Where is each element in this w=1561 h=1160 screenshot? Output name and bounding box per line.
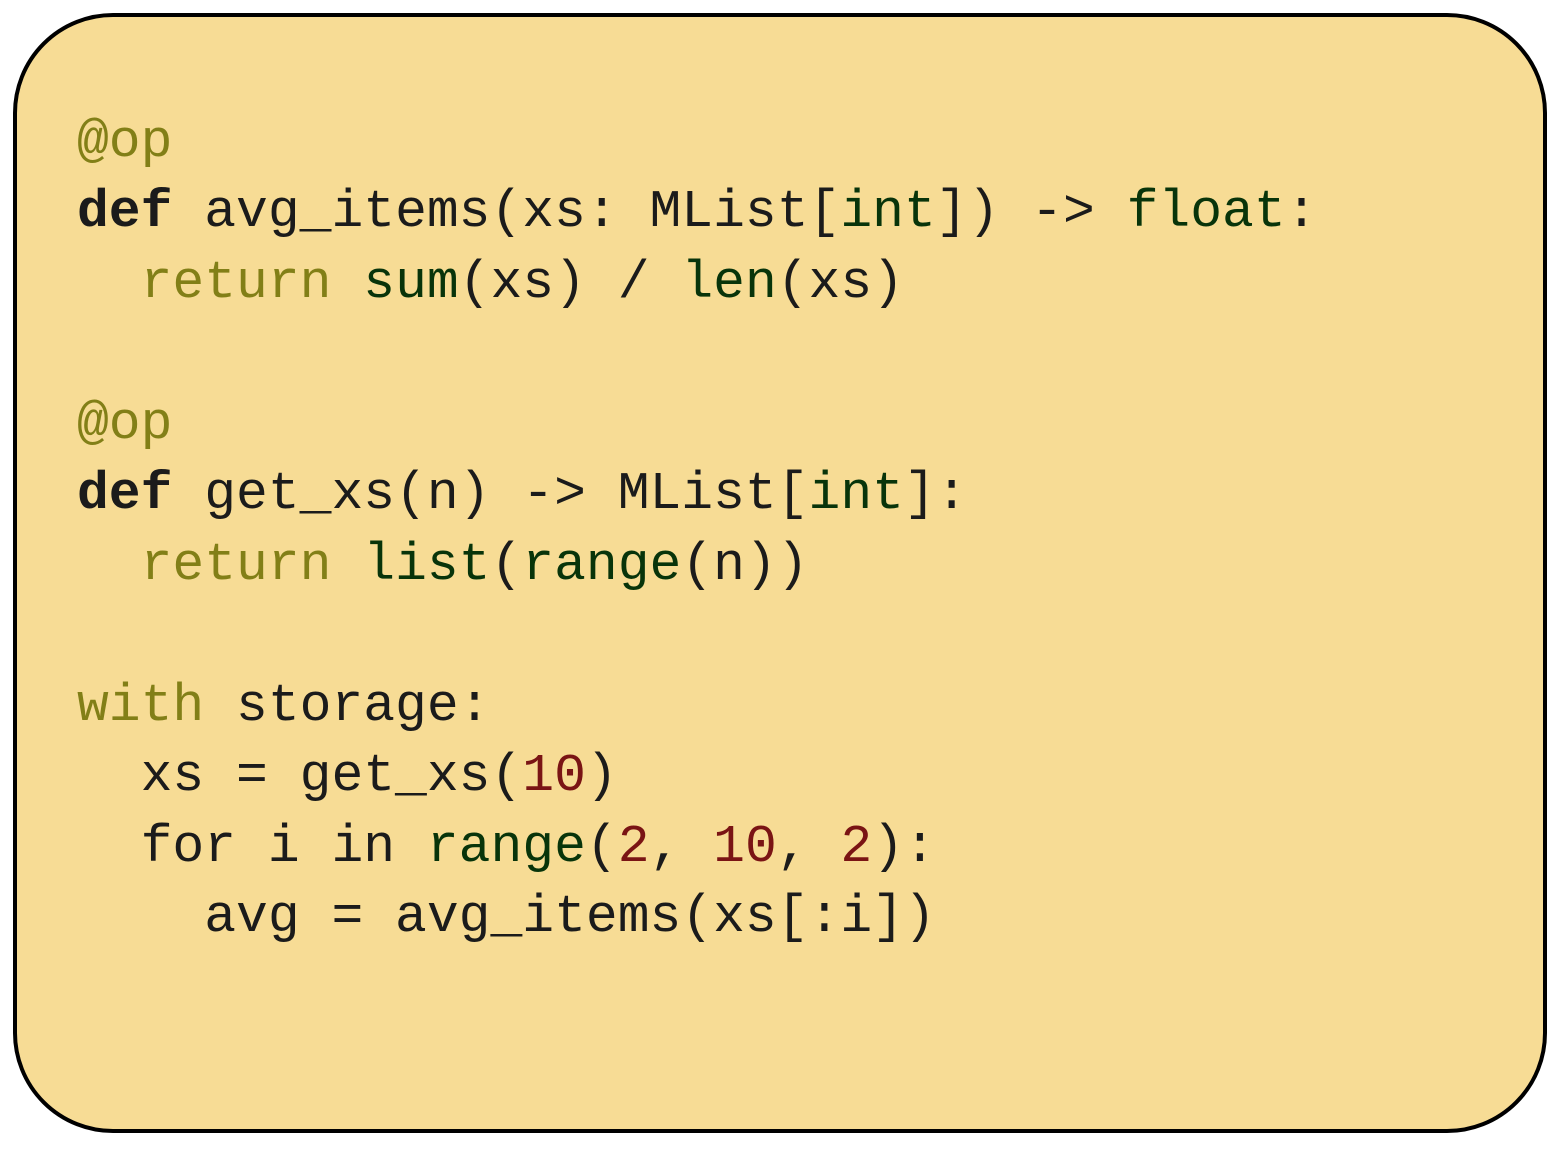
code-line-11-range: range — [427, 817, 586, 877]
code-block: @op def avg_items(xs: MList[int]) -> flo… — [13, 13, 1547, 1133]
code-line-11-c2: , — [777, 817, 841, 877]
code-line-2-tail: ]) -> — [936, 182, 1127, 242]
code-line-7-tail: (n)) — [681, 535, 808, 595]
code-line-11-open: ( — [586, 817, 618, 877]
code-line-7-range: range — [522, 535, 681, 595]
code-line-3-tail: (xs) — [777, 253, 904, 313]
code-line-7-return: return — [141, 535, 364, 595]
code-line-3-sum: sum — [363, 253, 458, 313]
code-content: @op def avg_items(xs: MList[int]) -> flo… — [77, 107, 1483, 953]
code-line-1-decorator: @op — [77, 112, 172, 172]
code-line-7-open: ( — [491, 535, 523, 595]
code-line-3-len: len — [681, 253, 776, 313]
code-line-11-n3: 2 — [840, 817, 872, 877]
code-line-3-mid: (xs) / — [459, 253, 682, 313]
code-line-6-def: def — [77, 464, 204, 524]
code-line-11-n1: 2 — [618, 817, 650, 877]
code-line-6-tail: ]: — [904, 464, 968, 524]
code-line-11-close: ): — [872, 817, 936, 877]
code-line-6-name: get_xs(n) -> MList[ — [204, 464, 808, 524]
code-line-9-with: with — [77, 676, 236, 736]
code-line-7-indent — [77, 535, 141, 595]
code-line-7-list: list — [363, 535, 490, 595]
code-line-10-num: 10 — [522, 746, 586, 806]
code-line-2-def: def — [77, 182, 204, 242]
code-line-3-return: return — [141, 253, 364, 313]
code-line-11-n2: 10 — [713, 817, 777, 877]
code-line-9-storage: storage: — [236, 676, 490, 736]
code-line-11-c1: , — [650, 817, 714, 877]
code-line-12-body: avg = avg_items(xs[:i]) — [77, 887, 936, 947]
code-line-11-a: for i in — [77, 817, 427, 877]
code-line-5-decorator: @op — [77, 394, 172, 454]
code-line-2-colon: : — [1286, 182, 1318, 242]
code-line-2-int: int — [840, 182, 935, 242]
code-line-10-close: ) — [586, 746, 618, 806]
code-line-2-name: avg_items(xs: MList[ — [204, 182, 840, 242]
code-line-3-indent — [77, 253, 141, 313]
code-line-2-float: float — [1127, 182, 1286, 242]
code-line-10-body: xs = get_xs( — [77, 746, 522, 806]
code-line-6-int: int — [809, 464, 904, 524]
